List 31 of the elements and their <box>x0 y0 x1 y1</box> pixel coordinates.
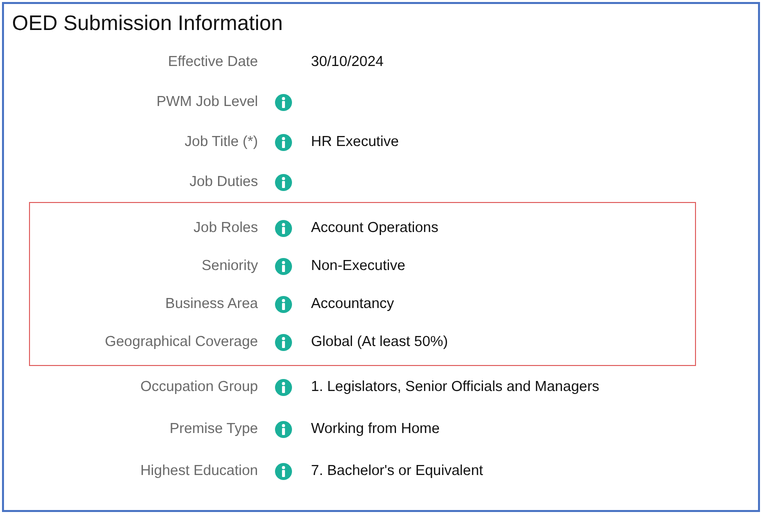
field-value: 30/10/2024 <box>311 54 384 70</box>
info-icon[interactable] <box>275 334 292 350</box>
field-label: Occupation Group <box>139 379 258 395</box>
field-value: Non-Executive <box>311 258 406 274</box>
field-value: Working from Home <box>311 421 440 437</box>
field-label: Highest Education <box>139 463 258 479</box>
field-label: Job Title (*) <box>184 134 258 150</box>
field-label: Premise Type <box>168 421 258 437</box>
field-value: 7. Bachelor's or Equivalent <box>311 463 484 479</box>
field-label: Job Roles <box>192 220 258 236</box>
info-icon[interactable] <box>275 94 292 110</box>
field-label: PWM Job Level <box>155 94 258 110</box>
info-icon[interactable] <box>275 134 292 150</box>
field-label: Geographical Coverage <box>104 334 258 350</box>
field-label: Effective Date <box>166 54 258 70</box>
info-icon[interactable] <box>275 258 292 274</box>
info-icon[interactable] <box>275 296 292 312</box>
field-label: Seniority <box>200 258 258 274</box>
info-icon[interactable] <box>275 462 292 480</box>
info-icon[interactable] <box>275 420 292 438</box>
info-icon[interactable] <box>275 174 292 190</box>
field-value: HR Executive <box>311 134 399 150</box>
field-value: 1. Legislators, Senior Officials and Managers <box>311 379 600 395</box>
field-value: Account Operations <box>311 220 438 236</box>
field-value: Accountancy <box>311 296 394 312</box>
field-label: Job Duties <box>188 174 258 190</box>
field-value: Global (At least 50%) <box>311 334 448 350</box>
info-icon[interactable] <box>275 220 292 236</box>
info-icon[interactable] <box>275 378 292 396</box>
field-label: Business Area <box>164 296 258 312</box>
form-title: OED Submission Information <box>11 11 284 37</box>
